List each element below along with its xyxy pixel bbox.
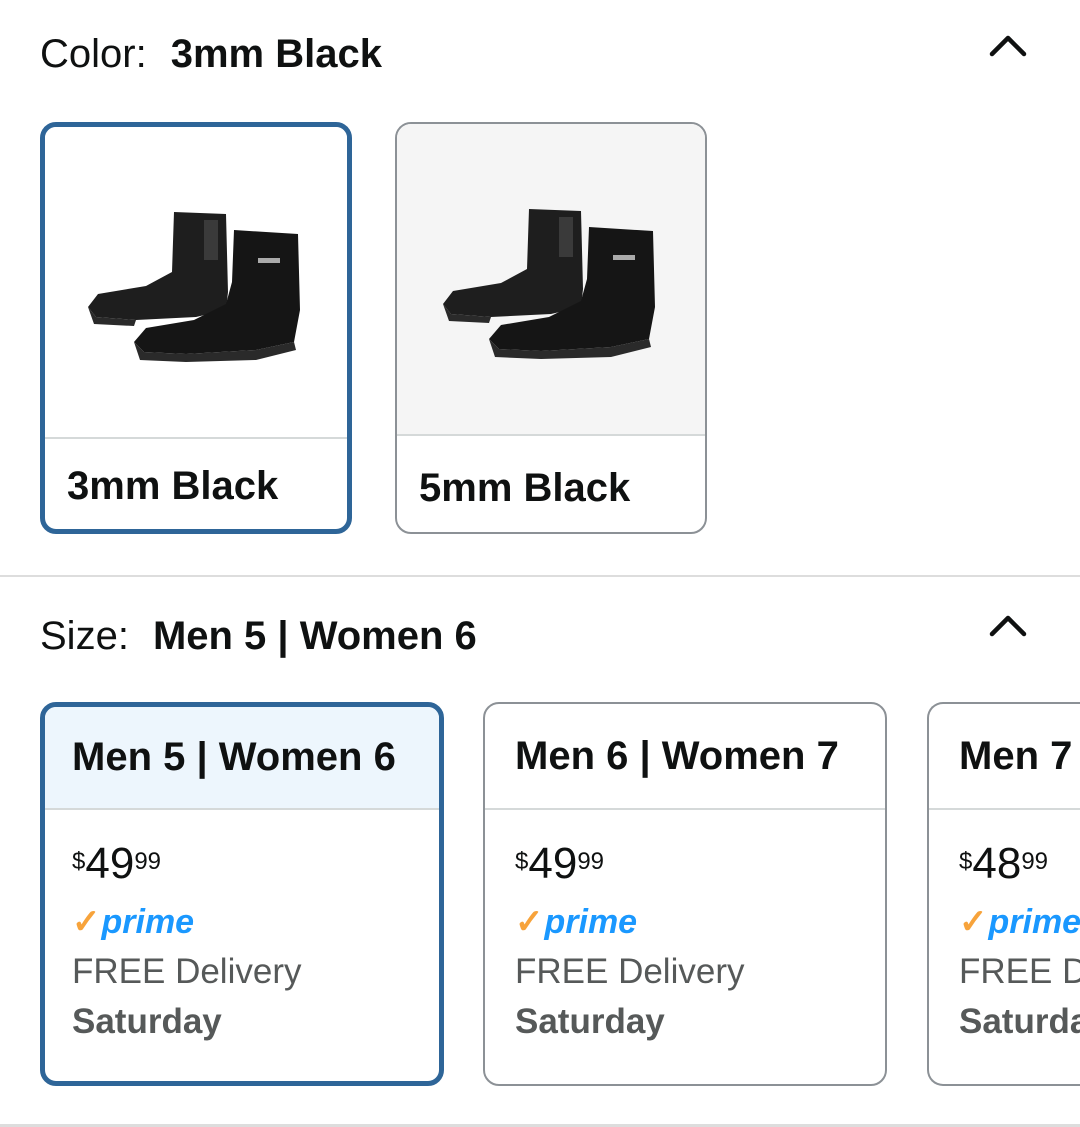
delivery-day: Saturday xyxy=(72,1002,222,1041)
product-image xyxy=(397,124,705,434)
divider xyxy=(397,434,705,436)
color-selected-value: 3mm Black xyxy=(170,32,382,76)
color-option-label: 3mm Black xyxy=(67,464,279,508)
size-option-label: Men 7 xyxy=(929,704,1080,810)
price: $4899 xyxy=(959,842,1080,886)
check-icon: ✓ xyxy=(72,903,101,941)
delivery-text: FREE Delivery xyxy=(72,952,302,991)
price-fraction: 99 xyxy=(134,848,162,875)
size-header: Size: Men 5 | Women 6 xyxy=(40,614,477,659)
check-icon: ✓ xyxy=(959,903,988,941)
color-option-5mm-black[interactable]: 5mm Black xyxy=(395,122,707,534)
prime-label: prime xyxy=(544,903,638,941)
prime-badge: ✓ prime xyxy=(515,904,744,940)
price-whole: 48 xyxy=(972,839,1022,888)
currency-symbol: $ xyxy=(72,848,86,875)
size-option-label: Men 5 | Women 6 xyxy=(45,707,439,810)
price-fraction: 99 xyxy=(1021,848,1049,875)
price: $4999 xyxy=(515,842,744,886)
collapse-size-button[interactable] xyxy=(988,610,1028,640)
price-whole: 49 xyxy=(528,839,578,888)
color-header: Color: 3mm Black xyxy=(40,32,382,77)
color-label: Color: xyxy=(40,32,147,76)
size-option-label: Men 6 | Women 7 xyxy=(485,704,885,810)
chevron-up-icon xyxy=(989,35,1027,57)
prime-label: prime xyxy=(101,903,195,941)
prime-badge: ✓ prime xyxy=(72,904,301,940)
section-divider xyxy=(0,575,1080,577)
product-image xyxy=(45,127,347,437)
price: $4999 xyxy=(72,842,301,886)
price-fraction: 99 xyxy=(577,848,605,875)
size-option-men6-women7[interactable]: Men 6 | Women 7 $4999 ✓ prime FREE Delive… xyxy=(483,702,887,1086)
size-selected-value: Men 5 | Women 6 xyxy=(152,614,477,658)
prime-badge: ✓ prime xyxy=(959,904,1080,940)
price-whole: 49 xyxy=(85,839,135,888)
delivery-day: Saturday xyxy=(515,1002,665,1041)
check-icon: ✓ xyxy=(515,903,544,941)
boots-image xyxy=(443,209,655,359)
delivery-day: Saturda xyxy=(959,1002,1080,1041)
delivery-text: FREE De xyxy=(959,952,1080,991)
color-option-3mm-black[interactable]: 3mm Black xyxy=(40,122,352,534)
currency-symbol: $ xyxy=(959,848,973,875)
boots-image xyxy=(88,212,300,362)
prime-label: prime xyxy=(988,903,1080,941)
chevron-up-icon xyxy=(989,615,1027,637)
delivery-text: FREE Delivery xyxy=(515,952,745,991)
currency-symbol: $ xyxy=(515,848,529,875)
size-label: Size: xyxy=(40,614,129,658)
color-option-label: 5mm Black xyxy=(419,466,631,510)
size-option-men7[interactable]: Men 7 $4899 ✓prime FREE De Saturda xyxy=(927,702,1080,1086)
size-option-men5-women6[interactable]: Men 5 | Women 6 $4999 ✓ prime FREE Delive… xyxy=(40,702,444,1086)
divider xyxy=(45,437,347,439)
collapse-color-button[interactable] xyxy=(988,30,1028,60)
